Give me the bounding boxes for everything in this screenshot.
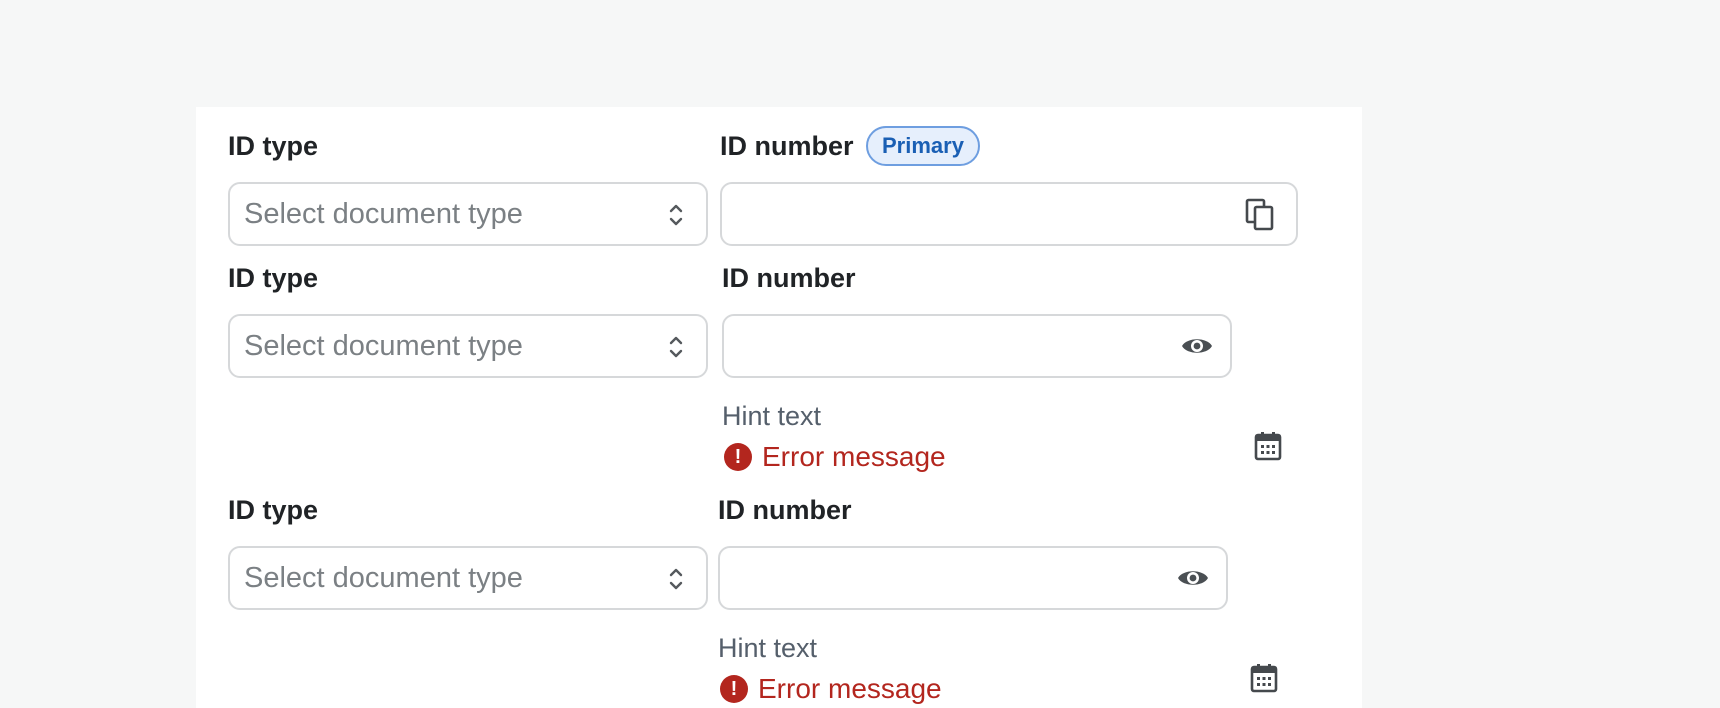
calendar-icon[interactable] [1250,663,1278,693]
id-type-label: ID type [228,131,319,161]
id-number-label: ID number [718,495,852,525]
hint-text: Hint text [718,633,818,663]
copy-icon[interactable] [1244,198,1276,232]
id-type-placeholder: Select document type [244,198,523,230]
id-number-input[interactable] [720,182,1298,246]
calendar-icon[interactable] [1254,431,1282,461]
error-icon: ! [720,675,748,703]
chevron-up-down-icon [669,204,683,226]
id-type-label: ID type [228,495,319,525]
primary-badge: Primary [866,126,980,166]
id-type-select[interactable]: Select document type [228,182,708,246]
chevron-up-down-icon [669,568,683,590]
eye-icon[interactable] [1176,566,1210,590]
hint-text: Hint text [722,401,822,431]
id-number-input[interactable] [718,546,1228,610]
id-type-placeholder: Select document type [244,562,523,594]
id-number-input[interactable] [722,314,1232,378]
error-icon: ! [724,443,752,471]
id-number-label: ID number [722,263,856,293]
chevron-up-down-icon [669,336,683,358]
id-type-label: ID type [228,263,319,293]
id-type-placeholder: Select document type [244,330,523,362]
eye-icon[interactable] [1180,334,1214,358]
error-message: Error message [758,673,942,704]
id-type-select[interactable]: Select document type [228,314,708,378]
id-type-select[interactable]: Select document type [228,546,708,610]
id-number-label: ID number [720,131,854,161]
error-message: Error message [762,441,946,472]
form-card: ID type Select document type ID number P… [196,107,1362,708]
